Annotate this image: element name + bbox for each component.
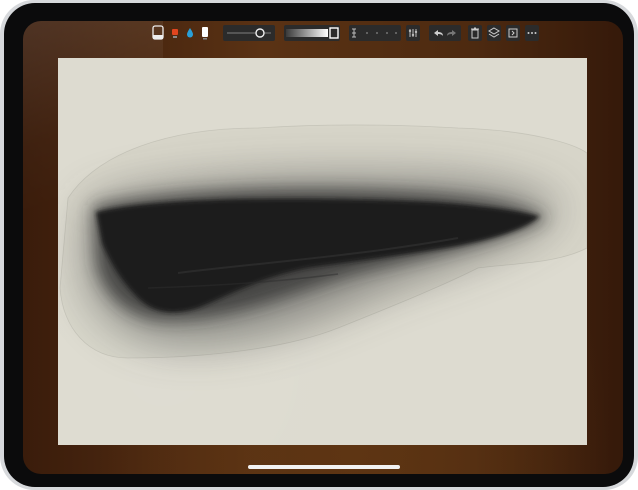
app-screen <box>23 21 623 474</box>
redo-icon[interactable] <box>447 30 456 36</box>
ipad-frame <box>0 0 638 490</box>
export-button[interactable] <box>506 25 520 41</box>
brush-tool-icon <box>152 25 164 40</box>
water-drop-icon <box>187 28 193 38</box>
paper-tool-button[interactable] <box>200 25 210 41</box>
select-tool-icon <box>352 28 397 38</box>
export-icon <box>508 28 518 38</box>
water-tool-button[interactable] <box>185 25 195 41</box>
painting-canvas[interactable] <box>58 58 587 445</box>
color-swatch-icon <box>172 29 178 38</box>
home-indicator[interactable] <box>248 465 400 469</box>
trash-icon <box>471 27 479 39</box>
adjust-icon <box>408 29 418 37</box>
opacity-slider[interactable] <box>284 25 340 41</box>
undo-redo-icons <box>434 30 456 36</box>
top-toolbar <box>151 23 539 43</box>
more-button[interactable] <box>525 25 539 41</box>
trash-button[interactable] <box>468 25 482 41</box>
layers-button[interactable] <box>487 25 501 41</box>
color-tool-button[interactable] <box>170 25 180 41</box>
adjust-button[interactable] <box>406 25 420 41</box>
paper-tool-icon <box>202 27 208 40</box>
brush-size-icon <box>227 28 271 38</box>
select-tool-button[interactable] <box>349 25 401 41</box>
brush-tool-button[interactable] <box>151 25 165 41</box>
undo-redo-group <box>429 25 461 41</box>
more-icon <box>527 32 537 34</box>
undo-icon[interactable] <box>434 30 443 36</box>
opacity-gradient-icon <box>286 27 339 39</box>
ipad-bezel <box>4 3 634 487</box>
layers-icon <box>488 27 500 38</box>
ink-painting <box>59 124 587 359</box>
brush-size-slider[interactable] <box>223 25 275 41</box>
